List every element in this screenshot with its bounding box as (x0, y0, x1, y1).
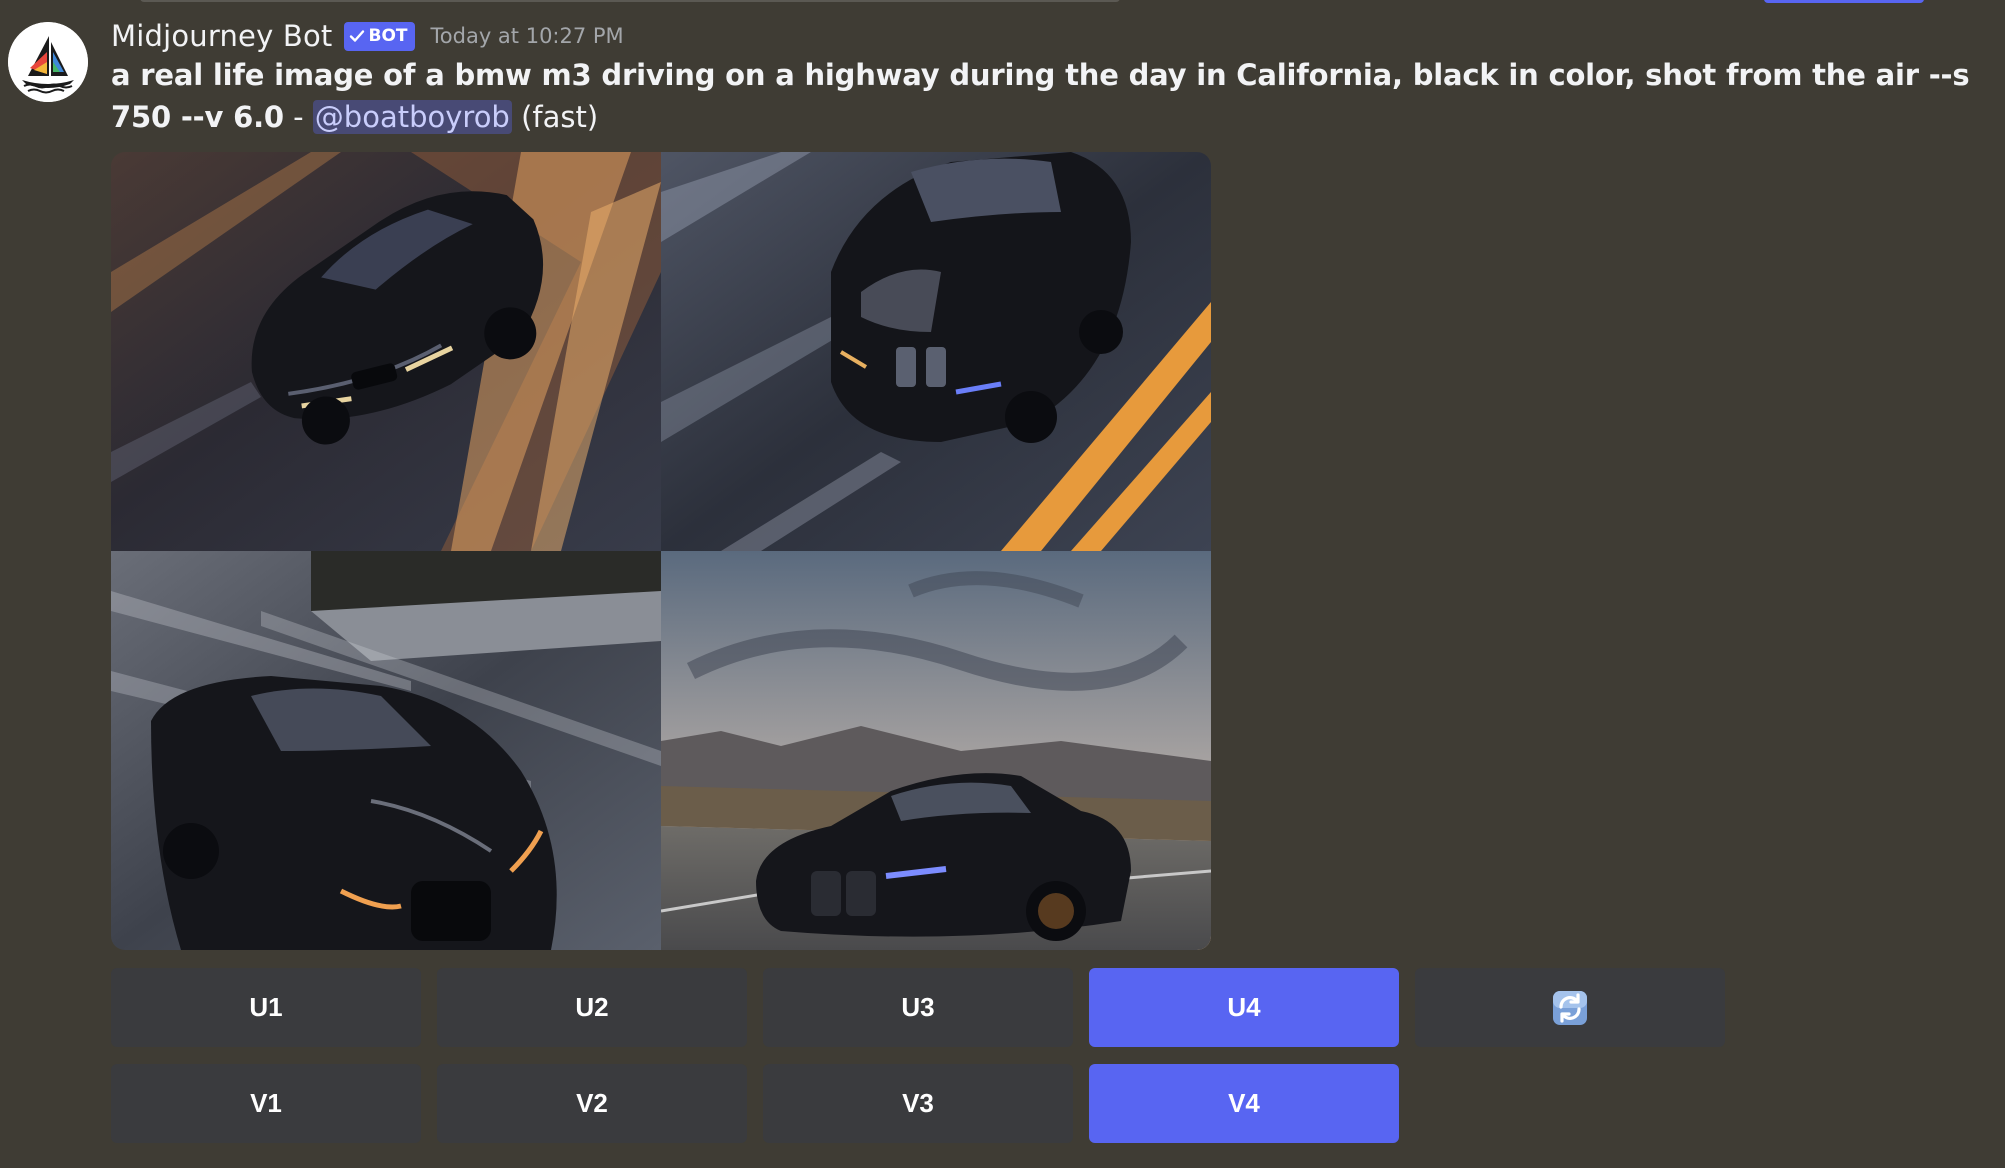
upscale-1-label: U1 (249, 992, 283, 1022)
variation-3-label: V3 (902, 1088, 934, 1118)
previous-message-edge (0, 0, 2005, 6)
message-timestamp[interactable]: Today at 10:27 PM (431, 24, 624, 48)
previous-message-text (140, 0, 1120, 2)
message-content: a real life image of a bmw m3 driving on… (111, 54, 1991, 138)
sailboat-logo-icon (8, 22, 88, 102)
reroll-icon (1552, 990, 1588, 1026)
reroll-button[interactable] (1415, 968, 1725, 1047)
variation-2-button[interactable]: V2 (437, 1064, 747, 1143)
prompt-dash: - (293, 100, 304, 134)
bot-badge: BOT (343, 21, 415, 51)
upscale-2-label: U2 (575, 992, 609, 1022)
previous-message-button (1764, 0, 1924, 3)
image-tile-3[interactable] (111, 551, 661, 950)
variation-1-label: V1 (250, 1088, 282, 1118)
variation-3-button[interactable]: V3 (763, 1064, 1073, 1143)
variation-4-label: V4 (1228, 1088, 1260, 1118)
upscale-3-label: U3 (901, 992, 935, 1022)
upscale-2-button[interactable]: U2 (437, 968, 747, 1047)
variation-4-button[interactable]: V4 (1089, 1064, 1399, 1143)
variation-1-button[interactable]: V1 (111, 1064, 421, 1143)
variation-button-row: V1 V2 V3 V4 (111, 1064, 1399, 1143)
upscale-1-button[interactable]: U1 (111, 968, 421, 1047)
message-header: Midjourney Bot BOT Today at 10:27 PM (111, 14, 624, 58)
user-mention[interactable]: @boatboyrob (312, 100, 512, 134)
variation-2-label: V2 (576, 1088, 608, 1118)
verified-check-icon (349, 28, 365, 44)
upscale-4-label: U4 (1227, 992, 1261, 1022)
upscale-button-row: U1 U2 U3 U4 (111, 968, 1725, 1047)
image-tile-2[interactable] (661, 152, 1211, 551)
avatar[interactable] (8, 22, 88, 102)
image-tile-1[interactable] (111, 152, 661, 551)
upscale-3-button[interactable]: U3 (763, 968, 1073, 1047)
image-tile-4[interactable] (661, 551, 1211, 950)
upscale-4-button[interactable]: U4 (1089, 968, 1399, 1047)
bot-badge-label: BOT (368, 26, 408, 46)
author-name[interactable]: Midjourney Bot (111, 19, 333, 53)
image-grid[interactable] (111, 152, 1211, 950)
generation-mode: (fast) (521, 100, 599, 134)
